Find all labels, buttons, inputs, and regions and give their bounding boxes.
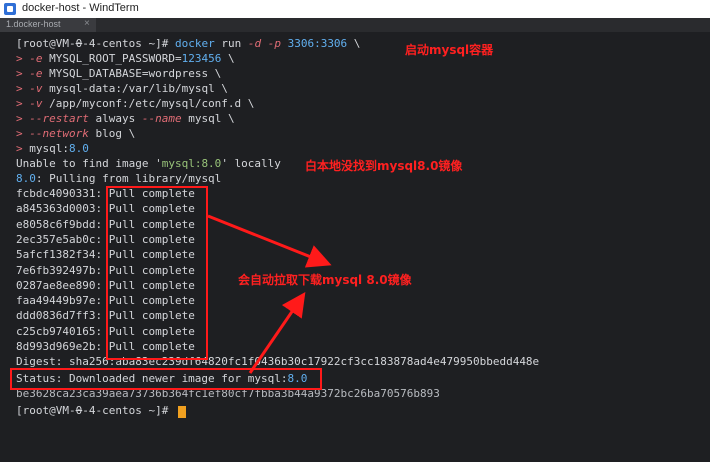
window-title: docker-host - WindTerm — [22, 2, 139, 14]
arrow-from-status — [248, 292, 306, 374]
tab-label: 1.docker-host — [6, 19, 61, 29]
tab-docker-host[interactable]: 1.docker-host × — [0, 18, 96, 32]
tab-bar: 1.docker-host × — [0, 18, 710, 32]
annotation-arrows — [207, 214, 332, 374]
arrow-to-auto-pull — [207, 214, 332, 268]
window-titlebar: docker-host - WindTerm — [0, 0, 710, 18]
tab-close-icon[interactable]: × — [84, 18, 90, 29]
windterm-app-icon — [4, 3, 16, 15]
terminal-area[interactable]: [root@VM-0-4-centos ~]# docker run -d -p… — [0, 33, 710, 462]
